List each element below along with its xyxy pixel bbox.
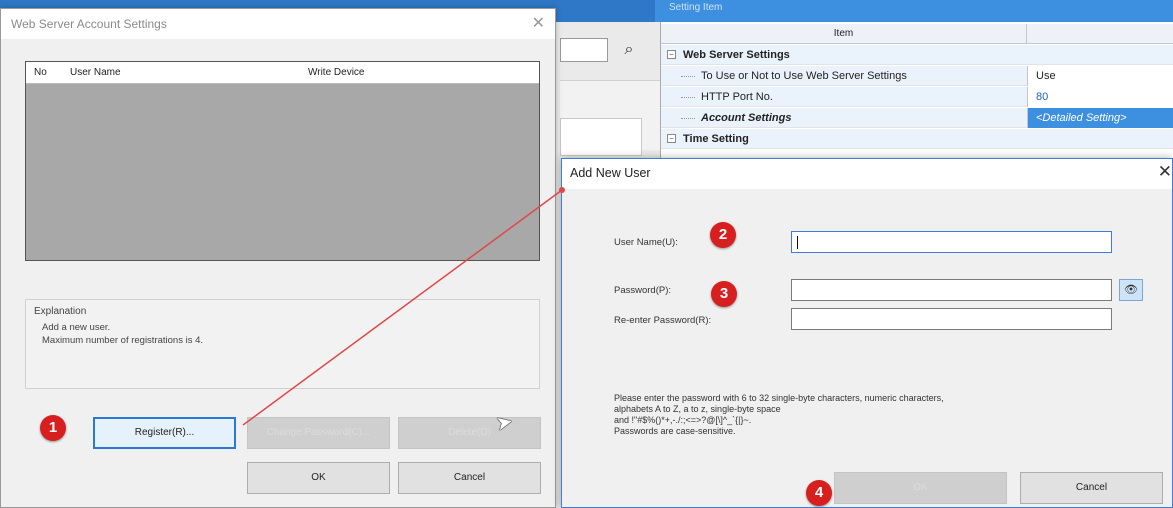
change-password-button[interactable]: Change Password(C)... <box>247 417 390 449</box>
explanation-line: Add a new user. <box>42 322 111 333</box>
grid-row-value[interactable]: 80 <box>1027 87 1173 107</box>
dialog-titlebar: Add New User ✕ <box>562 159 1172 189</box>
settings-grid: Item − Web Server Settings To Use or Not… <box>660 22 1173 162</box>
grid-row-name: Time Setting <box>683 133 749 145</box>
password-label: Password(P): <box>614 285 672 296</box>
grid-row-time-setting[interactable]: − Time Setting <box>661 129 1173 149</box>
add-user-cancel-button[interactable]: Cancel <box>1020 472 1163 504</box>
grid-header-item: Item <box>661 24 1027 44</box>
step-marker-4: 4 <box>806 480 832 506</box>
collapse-icon[interactable]: − <box>667 50 676 59</box>
tree-line <box>681 76 695 77</box>
setting-item-header-bar: Setting Item <box>655 0 1173 22</box>
explanation-label: Explanation <box>34 306 87 317</box>
step-marker-1: 1 <box>40 415 66 441</box>
tree-line <box>681 97 695 98</box>
delete-button[interactable]: Delete(D) <box>398 417 541 449</box>
grid-row-use-web-server[interactable]: To Use or Not to Use Web Server Settings… <box>661 66 1173 86</box>
text-caret <box>797 236 798 249</box>
grid-header: Item <box>661 24 1173 44</box>
column-header-no[interactable]: No <box>34 67 47 78</box>
close-icon[interactable]: ✕ <box>532 13 545 33</box>
user-name-field[interactable] <box>791 231 1112 253</box>
password-rule-note: Please enter the password with 6 to 32 s… <box>614 393 944 403</box>
add-user-ok-button[interactable]: OK <box>834 472 1007 504</box>
user-list-header: No User Name Write Device <box>26 62 539 84</box>
close-icon[interactable]: ✕ <box>1158 162 1172 182</box>
grid-row-name: Web Server Settings <box>683 49 790 61</box>
step-marker-2: 2 <box>710 222 736 248</box>
password-input[interactable] <box>792 280 1111 300</box>
reenter-password-label: Re-enter Password(R): <box>614 315 712 326</box>
explanation-line: Maximum number of registrations is 4. <box>42 335 204 346</box>
user-name-label: User Name(U): <box>614 237 678 248</box>
grid-row-account-settings[interactable]: Account Settings <Detailed Setting> <box>661 108 1173 128</box>
collapse-icon[interactable]: − <box>667 134 676 143</box>
explanation-box: Explanation Add a new user. Maximum numb… <box>25 299 540 389</box>
ok-button[interactable]: OK <box>247 462 390 494</box>
user-list[interactable]: No User Name Write Device <box>25 61 540 261</box>
detailed-setting-value[interactable]: <Detailed Setting> <box>1027 108 1173 128</box>
dialog-title: Add New User <box>570 166 651 180</box>
search-input[interactable] <box>560 38 608 62</box>
password-rule-note: alphabets A to Z, a to z, single-byte sp… <box>614 404 781 414</box>
grid-row-http-port[interactable]: HTTP Port No. 80 <box>661 87 1173 107</box>
grid-row-name: HTTP Port No. <box>701 91 773 103</box>
cancel-button[interactable]: Cancel <box>398 462 541 494</box>
column-header-user-name[interactable]: User Name <box>70 67 121 78</box>
background-list <box>560 118 642 156</box>
grid-row-web-server-settings[interactable]: − Web Server Settings <box>661 45 1173 65</box>
password-field[interactable] <box>791 279 1112 301</box>
user-name-input[interactable] <box>792 232 1111 252</box>
step-marker-3: 3 <box>711 281 737 307</box>
dialog-title: Web Server Account Settings <box>11 17 167 31</box>
user-list-body[interactable] <box>26 84 539 260</box>
grid-row-name: Account Settings <box>701 112 792 124</box>
add-new-user-dialog: Add New User ✕ User Name(U): Password(P)… <box>561 158 1173 508</box>
setting-item-label: Setting Item <box>669 2 723 13</box>
tree-line <box>681 118 695 119</box>
reenter-password-field[interactable] <box>791 308 1112 330</box>
dialog-titlebar: Web Server Account Settings ✕ <box>1 9 555 39</box>
password-rule-note: and !"#$%()*+,-./:;<=>?@[\]^_`{|}~. <box>614 415 752 425</box>
grid-row-name: To Use or Not to Use Web Server Settings <box>701 70 907 82</box>
web-server-account-settings-dialog: Web Server Account Settings ✕ No User Na… <box>0 8 556 508</box>
column-header-write-device[interactable]: Write Device <box>308 67 365 78</box>
password-rule-note: Passwords are case-sensitive. <box>614 426 736 436</box>
binoculars-icon[interactable]: ⌕ <box>614 38 644 62</box>
reenter-password-input[interactable] <box>792 309 1111 329</box>
grid-row-value[interactable]: Use <box>1027 66 1173 86</box>
show-password-icon[interactable]: 👁 <box>1119 279 1143 301</box>
register-button[interactable]: Register(R)... <box>93 417 236 449</box>
